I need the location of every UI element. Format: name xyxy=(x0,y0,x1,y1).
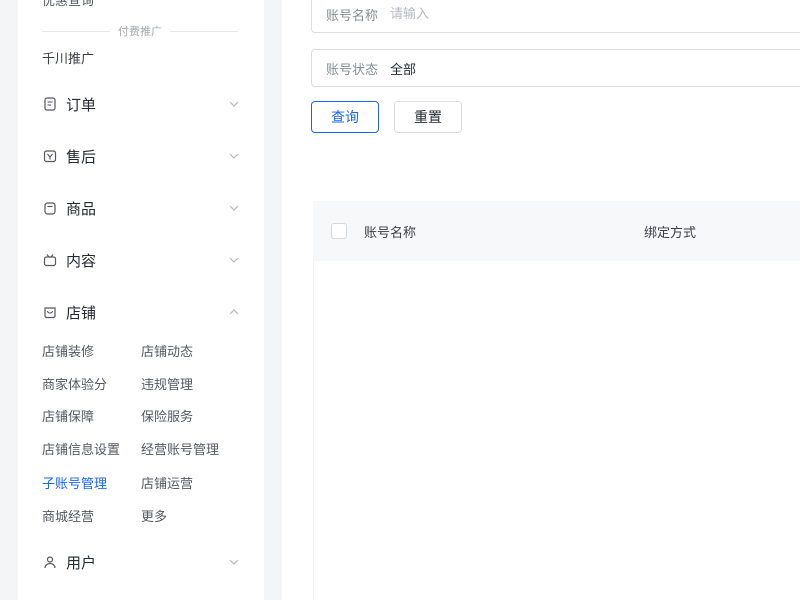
table-body xyxy=(313,261,800,600)
sidebar-menu-label: 订单 xyxy=(66,95,97,114)
sidebar-menu-order[interactable]: 订单 xyxy=(42,91,242,117)
sidebar-sub-shop-guarantee[interactable]: 店铺保障 xyxy=(42,406,94,425)
chevron-up-icon xyxy=(226,304,242,320)
sidebar-sub-shop-operation[interactable]: 店铺运营 xyxy=(141,473,193,492)
sidebar-sub-shop-dynamics[interactable]: 店铺动态 xyxy=(141,341,193,360)
account-status-select[interactable]: 账号状态 全部 xyxy=(311,49,800,87)
column-header-account-name: 账号名称 xyxy=(364,225,417,241)
account-name-input[interactable] xyxy=(390,6,591,22)
sidebar-menu-user[interactable]: 用户 xyxy=(42,549,242,575)
sidebar-menu-product[interactable]: 商品 xyxy=(42,195,242,221)
sidebar-menu-label: 售后 xyxy=(66,147,97,166)
sidebar-menu-label: 店铺 xyxy=(66,303,97,322)
shop-icon xyxy=(42,304,58,320)
sidebar-item-qianchuan[interactable]: 千川推广 xyxy=(42,48,94,67)
user-icon xyxy=(42,554,58,570)
sidebar-menu-label: 用户 xyxy=(66,553,97,572)
query-button[interactable]: 查询 xyxy=(311,101,379,133)
account-status-label: 账号状态 xyxy=(326,62,379,78)
aftersale-icon xyxy=(42,148,58,164)
sidebar-sub-business-account[interactable]: 经营账号管理 xyxy=(141,439,219,458)
sidebar-sub-shop-info[interactable]: 店铺信息设置 xyxy=(42,439,120,458)
sidebar-group-divider: 付费推广 xyxy=(42,24,238,38)
column-header-binding-method: 绑定方式 xyxy=(644,225,697,241)
sidebar-menu-aftersale[interactable]: 售后 xyxy=(42,143,242,169)
chevron-down-icon xyxy=(226,96,242,112)
reset-button[interactable]: 重置 xyxy=(394,101,462,133)
sidebar-group-label: 付费推广 xyxy=(118,25,162,38)
chevron-down-icon xyxy=(226,148,242,164)
table-header: 账号名称 绑定方式 xyxy=(313,201,800,261)
sidebar-item-coupon-query[interactable]: 优惠查询 xyxy=(42,0,94,9)
sidebar-sub-mall-operation[interactable]: 商城经营 xyxy=(42,506,94,525)
product-icon xyxy=(42,200,58,216)
sidebar-sub-subaccount[interactable]: 子账号管理 xyxy=(42,473,107,492)
chevron-down-icon xyxy=(226,554,242,570)
sidebar-sub-shop-decoration[interactable]: 店铺装修 xyxy=(42,341,94,360)
account-name-field[interactable]: 账号名称 xyxy=(311,0,800,33)
main-content: 账号名称 账号状态 全部 查询 重置 账号名称 绑定方式 xyxy=(282,0,800,600)
account-status-value: 全部 xyxy=(390,62,417,78)
chevron-down-icon xyxy=(226,200,242,216)
sidebar-sub-merchant-score[interactable]: 商家体验分 xyxy=(42,374,107,393)
sidebar-menu-label: 内容 xyxy=(66,251,97,270)
sidebar-sub-insurance[interactable]: 保险服务 xyxy=(141,406,193,425)
sidebar-sub-more[interactable]: 更多 xyxy=(141,506,167,525)
sidebar: 优惠查询 付费推广 千川推广 订单 售后 商品 内容 店铺 店铺装修 店铺动态 … xyxy=(18,0,264,600)
sidebar-menu-label: 商品 xyxy=(66,199,97,218)
sidebar-menu-shop[interactable]: 店铺 xyxy=(42,299,242,325)
order-icon xyxy=(42,96,58,112)
chevron-down-icon xyxy=(226,252,242,268)
account-name-label: 账号名称 xyxy=(326,8,379,24)
sidebar-menu-content[interactable]: 内容 xyxy=(42,247,242,273)
content-icon xyxy=(42,252,58,268)
select-all-checkbox[interactable] xyxy=(331,223,347,239)
sidebar-sub-violation[interactable]: 违规管理 xyxy=(141,374,193,393)
